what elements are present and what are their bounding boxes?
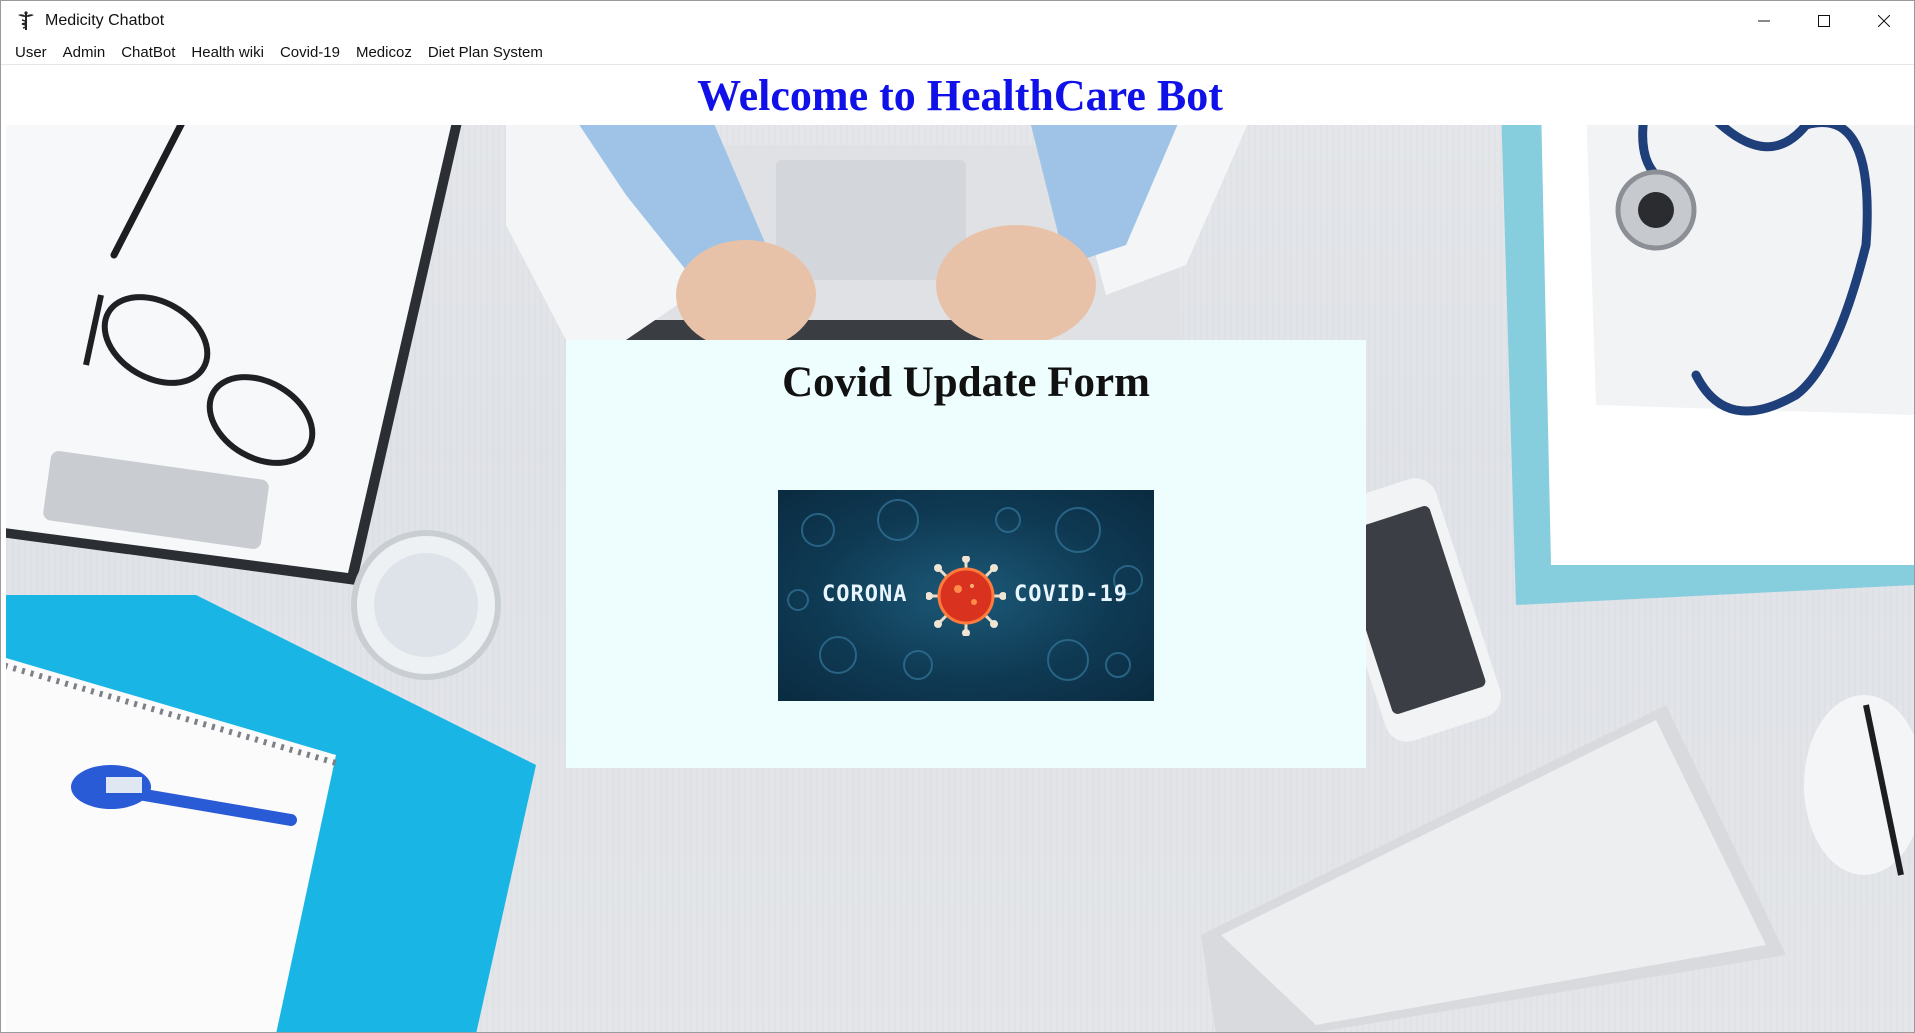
water-glass-icon [351,530,501,680]
menu-health-wiki[interactable]: Health wiki [183,40,272,65]
coronavirus-icon [926,556,1006,636]
welcome-heading: Welcome to HealthCare Bot [697,70,1223,120]
clipboard-icon [6,105,466,585]
caduceus-icon [15,10,37,32]
banner-left-text: CORONA [822,582,908,607]
menu-diet-plan-system[interactable]: Diet Plan System [420,40,551,65]
welcome-banner: Welcome to HealthCare Bot [6,65,1914,125]
covid-banner-image: CORONA COVID-19 [778,490,1154,701]
close-button[interactable] [1854,1,1914,40]
close-icon [1878,14,1890,27]
folders-icon [1501,105,1914,605]
pen-cup-icon [1804,695,1914,876]
minimize-button[interactable] [1734,1,1794,40]
banner-right-text: COVID-19 [1014,582,1128,607]
window-title: Medicity Chatbot [45,11,165,29]
app-window: Medicity Chatbot User Admin ChatBot Heal… [0,0,1915,1033]
covid-update-form-panel: Covid Update Form CORONA COVID-19 [566,340,1366,768]
menu-medicoz[interactable]: Medicoz [348,40,420,65]
maximize-icon [1818,14,1830,27]
menu-bar: User Admin ChatBot Health wiki Covid-19 … [1,40,1914,65]
main-content: Welcome to HealthCare Bot Covid Update F… [6,65,1914,1032]
menu-admin[interactable]: Admin [55,40,114,65]
menu-chatbot[interactable]: ChatBot [113,40,183,65]
maximize-button[interactable] [1794,1,1854,40]
form-title: Covid Update Form [782,359,1150,406]
menu-user[interactable]: User [7,40,55,65]
title-bar: Medicity Chatbot [1,1,1914,40]
menu-covid-19[interactable]: Covid-19 [272,40,348,65]
window-controls [1734,1,1914,40]
minimize-icon [1758,20,1770,21]
